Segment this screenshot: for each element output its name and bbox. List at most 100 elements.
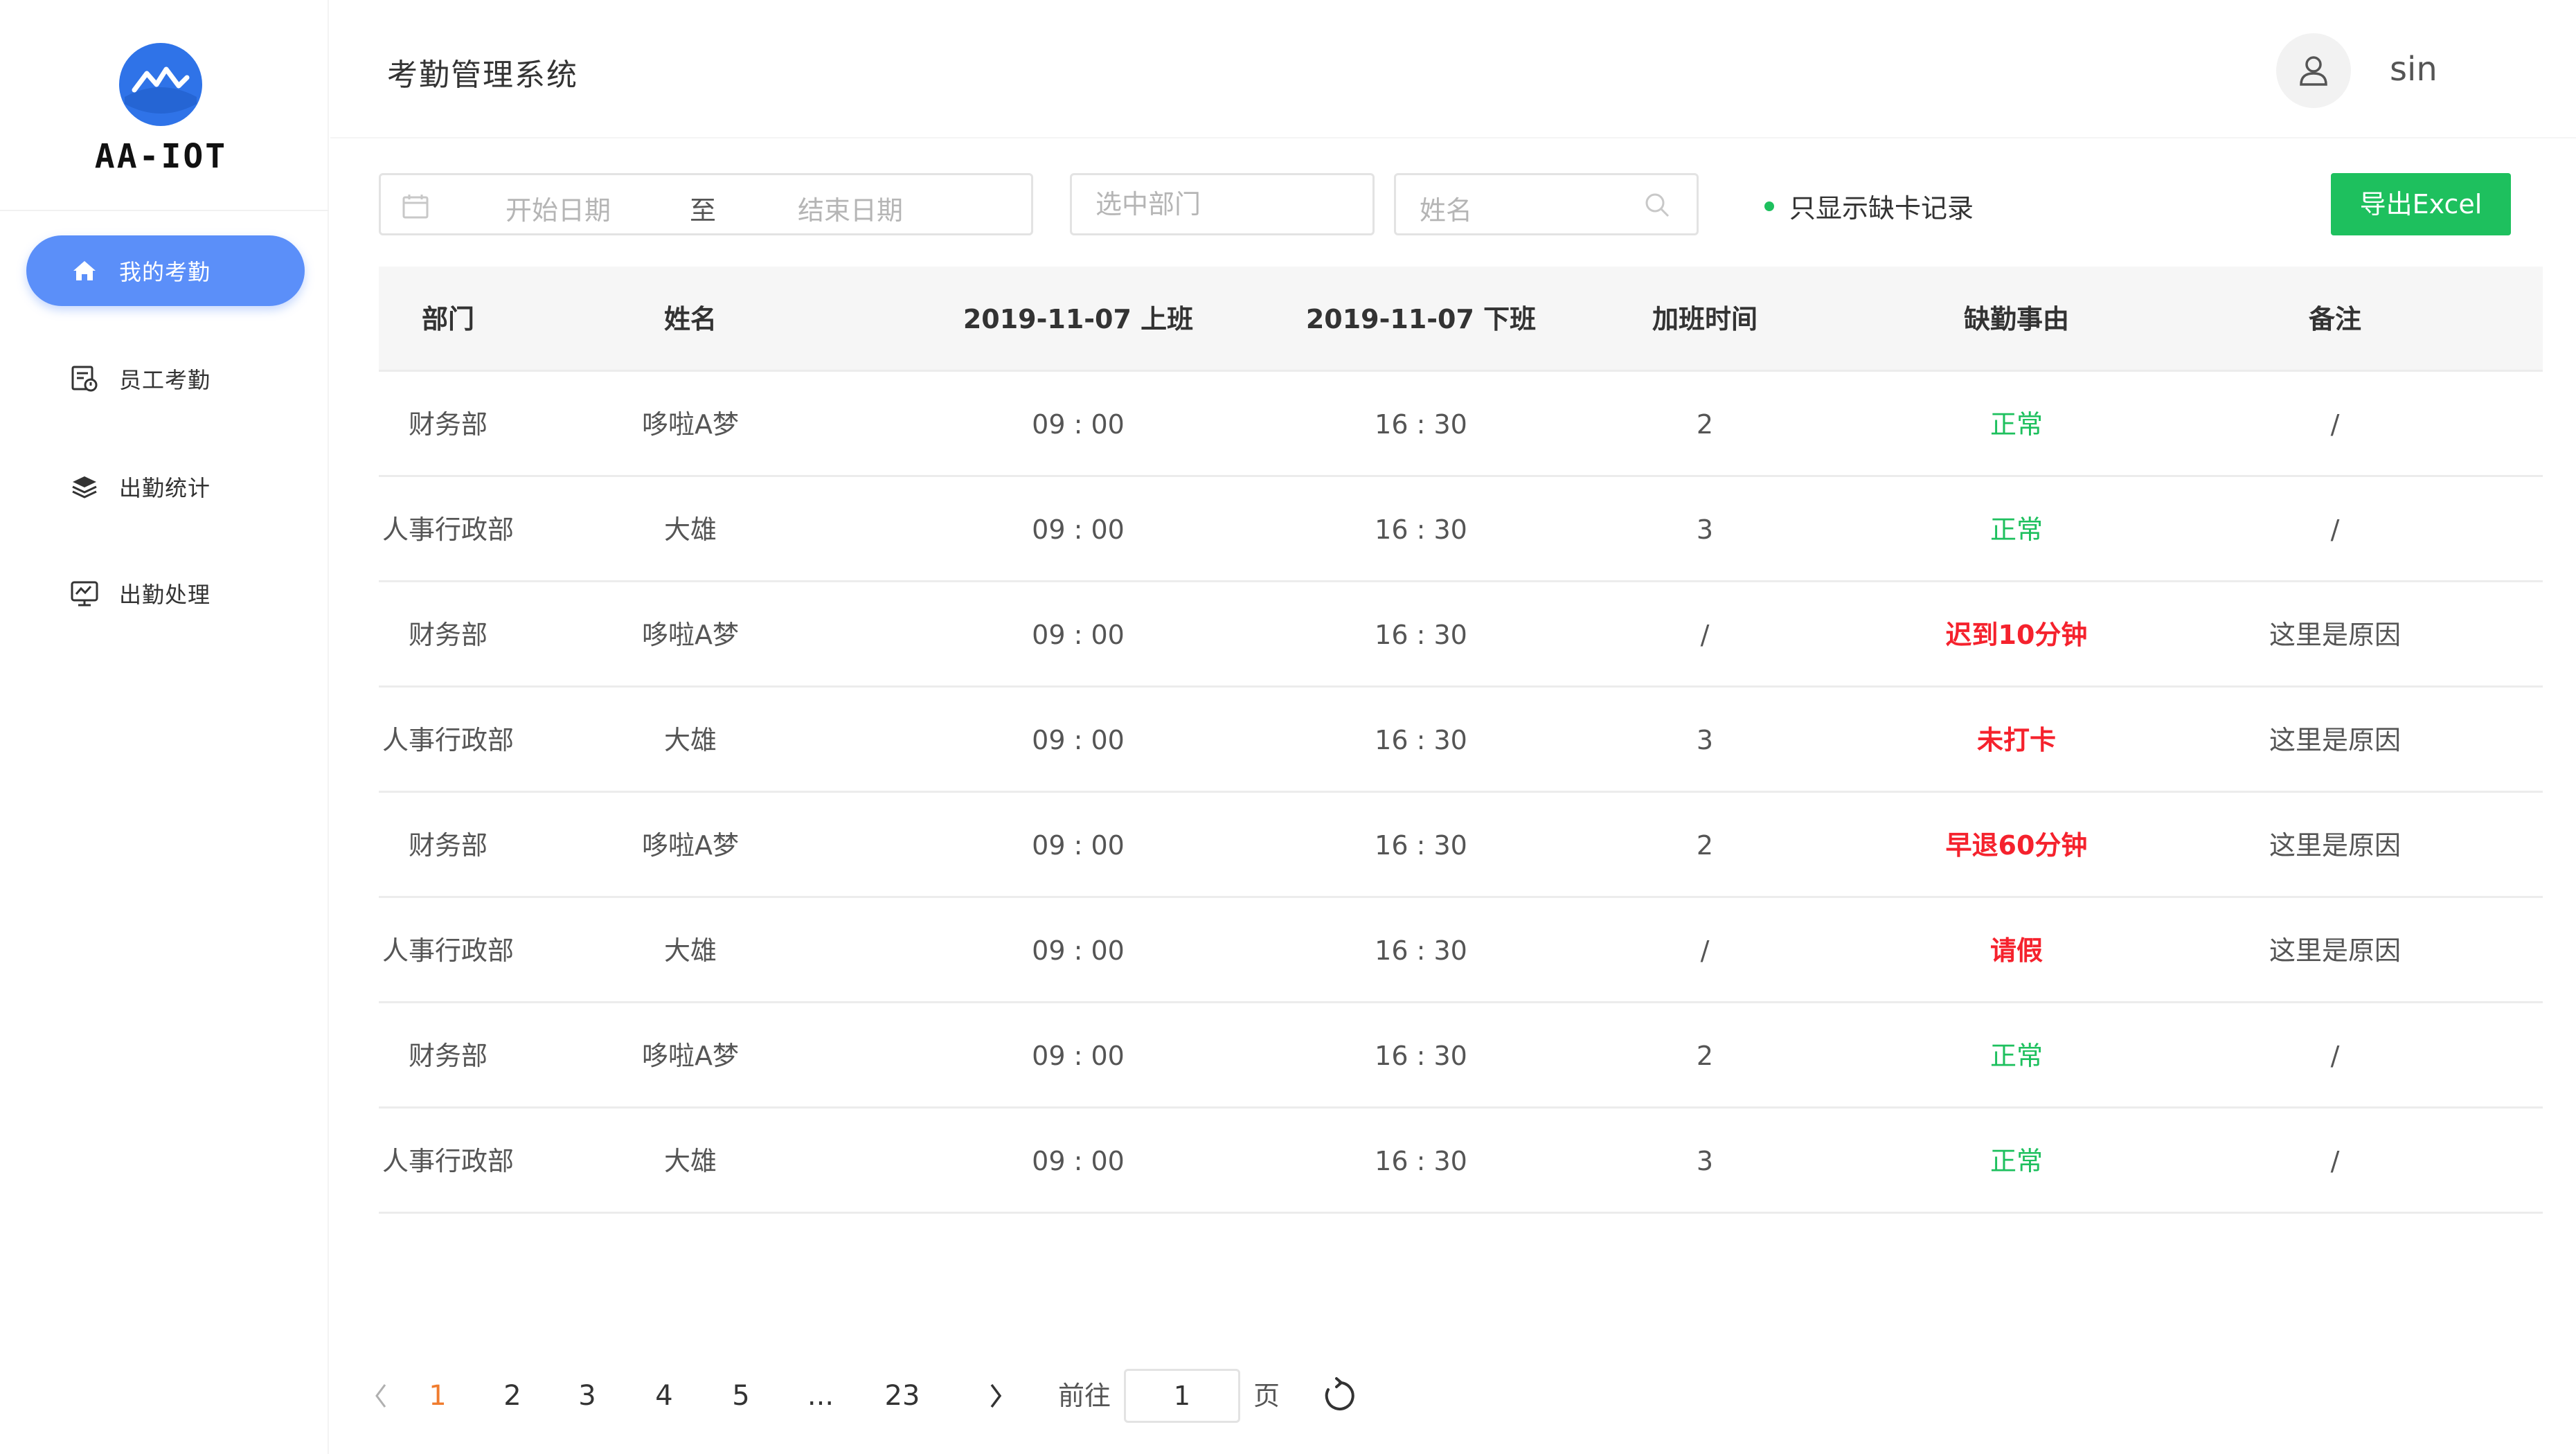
start-date-input[interactable]: 开始日期 bbox=[506, 189, 611, 227]
home-icon bbox=[68, 254, 101, 287]
name-search-input[interactable]: 姓名 bbox=[1394, 173, 1699, 235]
cell-clock-out: 16 : 30 bbox=[1375, 935, 1467, 966]
column-header-clock-in: 2019-11-07 上班 bbox=[963, 304, 1194, 334]
cell-clock-in: 09 : 00 bbox=[1032, 830, 1125, 861]
department-select[interactable]: 选中部门 bbox=[1070, 173, 1375, 235]
table-row[interactable]: 财务部 哆啦A梦 09 : 00 16 : 30 2 正常 / bbox=[379, 372, 2543, 477]
cell-clock-in: 09 : 00 bbox=[1032, 409, 1125, 440]
cell-name: 大雄 bbox=[663, 514, 717, 545]
table-row[interactable]: 人事行政部 大雄 09 : 00 16 : 30 3 未打卡 这里是原因 bbox=[379, 688, 2543, 793]
cell-absence-reason: 早退60分钟 bbox=[1945, 830, 2088, 861]
cell-department: 财务部 bbox=[408, 409, 488, 440]
cell-department: 财务部 bbox=[408, 830, 488, 861]
table-header: 部门 姓名 2019-11-07 上班 2019-11-07 下班 加班时间 缺… bbox=[379, 267, 2543, 372]
goto-page-input[interactable]: 1 bbox=[1124, 1369, 1240, 1423]
brand-name: AA-IOT bbox=[94, 137, 228, 176]
date-range-separator: 至 bbox=[690, 195, 717, 226]
search-icon[interactable] bbox=[1643, 190, 1672, 219]
sidebar-item-label: 出勤处理 bbox=[119, 582, 211, 608]
cell-clock-out: 16 : 30 bbox=[1375, 1041, 1467, 1071]
page-number[interactable]: 1 bbox=[424, 1367, 451, 1424]
cell-name: 大雄 bbox=[663, 1146, 717, 1176]
cell-note: 这里是原因 bbox=[2269, 830, 2401, 861]
cell-clock-out: 16 : 30 bbox=[1375, 514, 1467, 545]
page-number[interactable]: 4 bbox=[650, 1367, 678, 1424]
cell-clock-out: 16 : 30 bbox=[1375, 830, 1467, 861]
cell-note: 这里是原因 bbox=[2269, 620, 2401, 650]
page-number[interactable]: 2 bbox=[499, 1367, 526, 1424]
cell-clock-out: 16 : 30 bbox=[1375, 409, 1467, 440]
cell-name: 哆啦A梦 bbox=[642, 620, 739, 650]
cell-note: / bbox=[2330, 514, 2340, 545]
name-input-placeholder: 姓名 bbox=[1420, 195, 1473, 226]
table-row[interactable]: 财务部 哆啦A梦 09 : 00 16 : 30 2 正常 / bbox=[379, 1003, 2543, 1109]
cell-overtime: / bbox=[1700, 935, 1710, 966]
cell-absence-reason: 正常 bbox=[1989, 1146, 2043, 1176]
cell-absence-reason: 未打卡 bbox=[1976, 725, 2056, 755]
date-range-picker[interactable]: 开始日期 至 结束日期 bbox=[379, 173, 1033, 235]
sidebar-item-employee-attendance[interactable]: 员工考勤 bbox=[26, 343, 305, 414]
prev-page-button[interactable] bbox=[367, 1367, 395, 1424]
user-icon bbox=[2300, 56, 2327, 86]
cell-clock-in: 09 : 00 bbox=[1032, 725, 1125, 755]
cell-overtime: 2 bbox=[1696, 1041, 1714, 1071]
sidebar: AA-IOT 我的考勤 员工考勤 出勤统计 出勤处理 bbox=[0, 0, 329, 1454]
cell-note: / bbox=[2330, 409, 2340, 440]
sidebar-item-label: 我的考勤 bbox=[119, 259, 211, 285]
sidebar-item-label: 出勤统计 bbox=[119, 475, 211, 501]
cell-department: 人事行政部 bbox=[382, 935, 514, 966]
cell-name: 大雄 bbox=[663, 725, 717, 755]
cell-department: 财务部 bbox=[408, 620, 488, 650]
column-header-clock-out: 2019-11-07 下班 bbox=[1305, 304, 1537, 334]
cell-absence-reason: 请假 bbox=[1989, 935, 2043, 966]
cell-absence-reason: 正常 bbox=[1989, 514, 2043, 545]
export-excel-button[interactable]: 导出Excel bbox=[2331, 173, 2511, 235]
sidebar-item-my-attendance[interactable]: 我的考勤 bbox=[26, 235, 305, 306]
cell-clock-in: 09 : 00 bbox=[1032, 935, 1125, 966]
cell-note: 这里是原因 bbox=[2269, 725, 2401, 755]
cell-clock-in: 09 : 00 bbox=[1032, 514, 1125, 545]
cell-note: 这里是原因 bbox=[2269, 935, 2401, 966]
layers-icon bbox=[68, 470, 101, 503]
cell-note: / bbox=[2330, 1041, 2340, 1071]
column-header-absence-reason: 缺勤事由 bbox=[1963, 304, 2069, 334]
only-missing-toggle[interactable]: 只显示缺卡记录 bbox=[1764, 187, 1974, 225]
calendar-icon bbox=[402, 195, 429, 219]
sidebar-item-attendance-processing[interactable]: 出勤处理 bbox=[26, 558, 305, 629]
pagination: 1 2 3 4 5 ... 23 前往 1 页 bbox=[367, 1367, 1433, 1424]
page-number[interactable]: 3 bbox=[573, 1367, 601, 1424]
cell-department: 人事行政部 bbox=[382, 1146, 514, 1176]
table-row[interactable]: 人事行政部 大雄 09 : 00 16 : 30 / 请假 这里是原因 bbox=[379, 898, 2543, 1003]
cell-absence-reason: 正常 bbox=[1989, 409, 2043, 440]
page-ellipsis[interactable]: ... bbox=[800, 1367, 841, 1424]
cell-clock-in: 09 : 00 bbox=[1032, 1041, 1125, 1071]
end-date-input[interactable]: 结束日期 bbox=[798, 189, 903, 227]
column-header-name: 姓名 bbox=[663, 304, 717, 334]
chevron-left-icon bbox=[375, 1384, 386, 1408]
cell-absence-reason: 正常 bbox=[1989, 1041, 2043, 1071]
cell-department: 财务部 bbox=[408, 1041, 488, 1071]
avatar[interactable] bbox=[2276, 33, 2351, 108]
sidebar-item-attendance-stats[interactable]: 出勤统计 bbox=[26, 451, 305, 522]
table-row[interactable]: 财务部 哆啦A梦 09 : 00 16 : 30 / 迟到10分钟 这里是原因 bbox=[379, 582, 2543, 688]
only-missing-label: 只显示缺卡记录 bbox=[1789, 193, 1974, 224]
cell-clock-out: 16 : 30 bbox=[1375, 1146, 1467, 1176]
cell-clock-in: 09 : 00 bbox=[1032, 620, 1125, 650]
table-row[interactable]: 财务部 哆啦A梦 09 : 00 16 : 30 2 早退60分钟 这里是原因 bbox=[379, 793, 2543, 898]
employee-attendance-icon bbox=[68, 362, 101, 395]
cell-name: 哆啦A梦 bbox=[642, 830, 739, 861]
next-page-button[interactable] bbox=[982, 1367, 1010, 1424]
refresh-icon[interactable] bbox=[1321, 1377, 1359, 1415]
cell-note: / bbox=[2330, 1146, 2340, 1176]
user-name[interactable]: sin bbox=[2390, 50, 2438, 89]
column-header-note: 备注 bbox=[2308, 304, 2361, 334]
page-number[interactable]: 23 bbox=[882, 1367, 923, 1424]
page-suffix-label: 页 bbox=[1253, 1381, 1280, 1411]
table-row[interactable]: 人事行政部 大雄 09 : 00 16 : 30 3 正常 / bbox=[379, 1109, 2543, 1214]
cell-clock-out: 16 : 30 bbox=[1375, 620, 1467, 650]
cell-overtime: / bbox=[1700, 620, 1710, 650]
cell-clock-out: 16 : 30 bbox=[1375, 725, 1467, 755]
table-row[interactable]: 人事行政部 大雄 09 : 00 16 : 30 3 正常 / bbox=[379, 477, 2543, 582]
page-number[interactable]: 5 bbox=[727, 1367, 755, 1424]
column-header-department: 部门 bbox=[421, 304, 474, 334]
